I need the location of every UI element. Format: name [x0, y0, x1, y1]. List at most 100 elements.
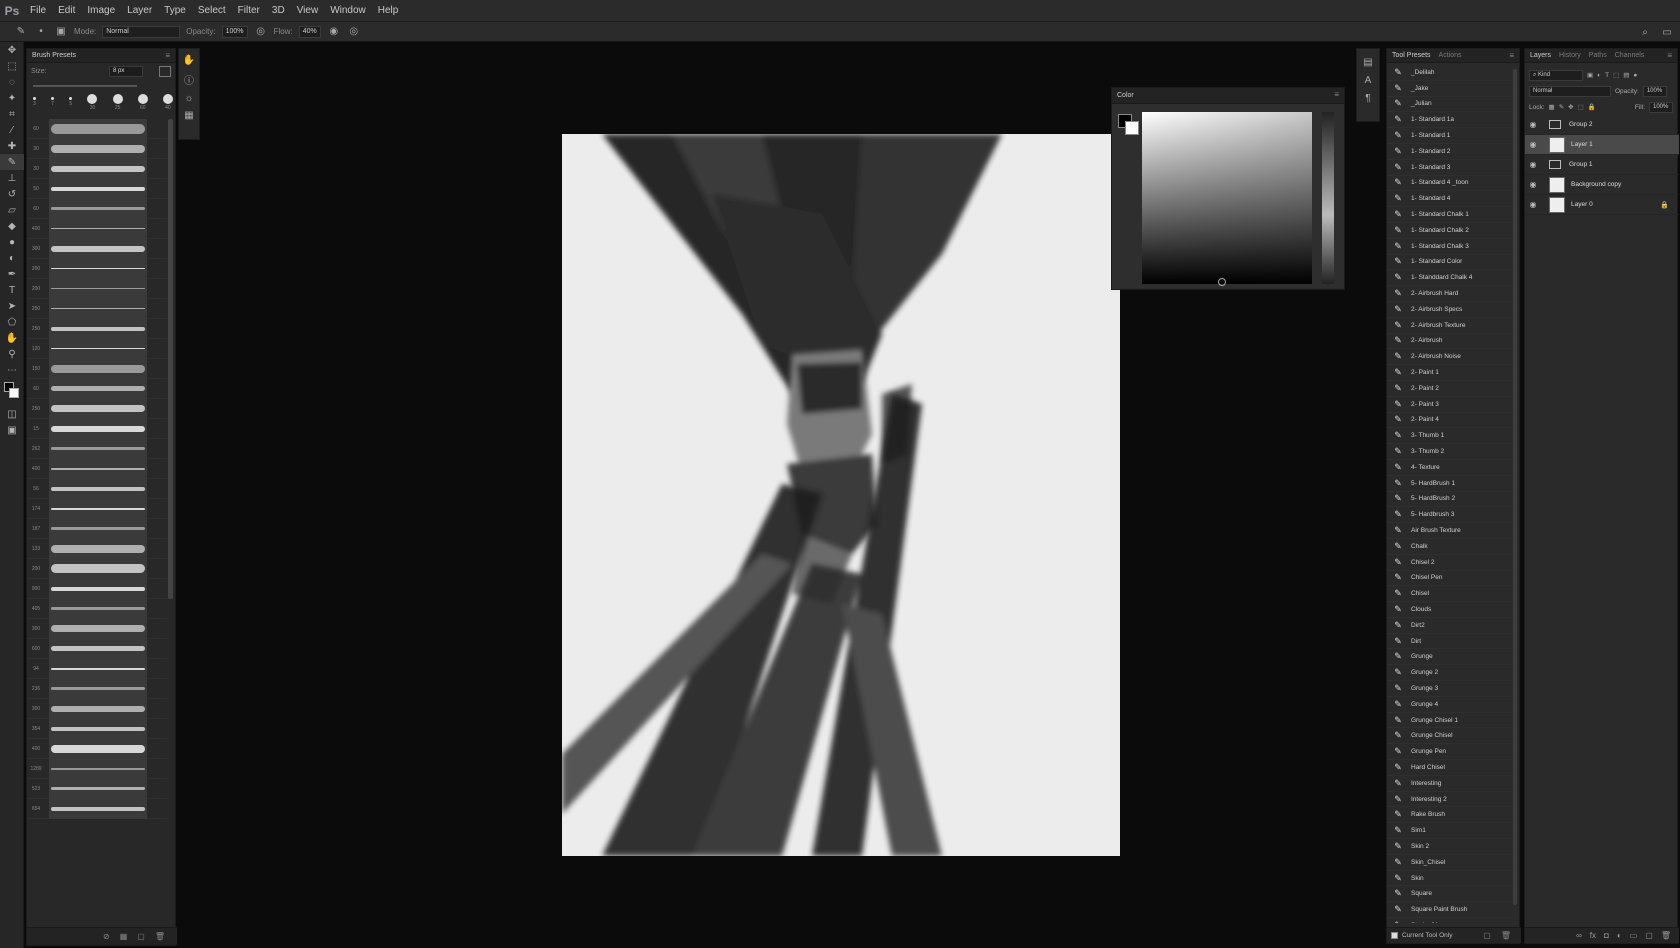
tool-preset-item[interactable]: ✎ _Delilah — [1387, 65, 1513, 81]
brush-preset-item[interactable]: 250 — [27, 318, 167, 339]
brush-preset-item[interactable]: 300 — [27, 238, 167, 259]
tool-preset-item[interactable]: ✎ 3- Thumb 2 — [1387, 444, 1513, 460]
brush-preset-item[interactable]: 187 — [27, 518, 167, 539]
flow-field[interactable]: 40% — [298, 25, 321, 38]
tab-tool-presets[interactable]: Tool Presets — [1392, 52, 1431, 59]
brush-size-slider[interactable] — [33, 85, 137, 87]
tool-preset-item[interactable]: ✎ 1- Standard Chalk 3 — [1387, 239, 1513, 255]
tool-preset-scrollbar[interactable] — [1513, 69, 1517, 905]
tool-preset-item[interactable]: ✎ Grunge Chisel 1 — [1387, 713, 1513, 729]
layer-row[interactable]: ◉ Background copy — [1525, 175, 1679, 195]
tool-preset-item[interactable]: ✎ 2- Paint 3 — [1387, 397, 1513, 413]
brush-preset-item[interactable]: 300 — [27, 698, 167, 719]
menu-window[interactable]: Window — [324, 0, 372, 22]
fx-icon[interactable]: fx — [1590, 931, 1596, 940]
tab-history[interactable]: History — [1559, 52, 1581, 59]
brush-preset-item[interactable]: 133 — [27, 538, 167, 559]
tool-preset-item[interactable]: ✎ Square Paint Brush — [1387, 902, 1513, 919]
brush-settings-dock-icon[interactable]: ✋ — [183, 55, 195, 66]
layer-opacity-field[interactable]: 100% — [1642, 85, 1667, 97]
character-icon[interactable]: A — [1365, 75, 1372, 86]
tool-preset-item[interactable]: ✎ Grunge Pen — [1387, 744, 1513, 761]
pressure-opacity-icon[interactable]: ◎ — [254, 25, 268, 39]
adjustments-icon[interactable]: ☼ — [184, 93, 193, 104]
tool-preset-item[interactable]: ✎ 1- Standard Color — [1387, 255, 1513, 271]
pressure-size-icon[interactable]: ◎ — [347, 25, 361, 39]
tool-preset-item[interactable]: ✎ 2- Airbrush Texture — [1387, 318, 1513, 334]
stamp-tool-icon[interactable]: ⊥ — [0, 170, 24, 186]
tool-preset-item[interactable]: ✎ 1- Standard 1 — [1387, 128, 1513, 144]
mode-select[interactable]: Normal — [102, 25, 181, 38]
tool-preset-item[interactable]: ✎ 5- HardBrush 1 — [1387, 476, 1513, 492]
tool-preset-item[interactable]: ✎ 4- Texture — [1387, 460, 1513, 476]
brush-preset-item[interactable]: 654 — [27, 798, 167, 819]
tool-preset-item[interactable]: ✎ 2- Airbrush Hard — [1387, 286, 1513, 302]
brush-tip-sample[interactable]: 25 — [112, 93, 123, 111]
tool-preset-item[interactable]: ✎ Grunge 2 — [1387, 665, 1513, 682]
brush-tip-sample[interactable]: 7 — [51, 97, 55, 107]
history-brush-icon[interactable]: ↺ — [0, 186, 24, 202]
tool-preset-item[interactable]: ✎ Grunge Chisel — [1387, 728, 1513, 745]
lasso-tool-icon[interactable]: ◌ — [0, 74, 24, 90]
new-brush-icon[interactable]: ▢ — [137, 932, 145, 941]
brush-tip-sample[interactable]: 40 — [162, 93, 173, 111]
menu-file[interactable]: File — [24, 0, 52, 22]
layer-group-row[interactable]: ◉ Group 2 — [1525, 115, 1679, 135]
tool-preset-item[interactable]: ✎ Rake Brush — [1387, 807, 1513, 824]
brush-preset-item[interactable]: 1289 — [27, 758, 167, 779]
move-tool-icon[interactable]: ✥ — [0, 42, 24, 58]
menu-type[interactable]: Type — [158, 0, 192, 22]
tool-presets-menu-icon[interactable]: ≡ — [1509, 51, 1514, 60]
tab-channels[interactable]: Channels — [1615, 52, 1645, 59]
menu-3d[interactable]: 3D — [266, 0, 291, 22]
add-mask-icon[interactable]: ◘ — [1604, 931, 1609, 940]
tool-preset-item[interactable]: ✎ Skin 2 — [1387, 839, 1513, 855]
tool-preset-item[interactable]: ✎ 2- Paint 1 — [1387, 365, 1513, 381]
color-picker-marker[interactable] — [1218, 278, 1226, 286]
menu-edit[interactable]: Edit — [52, 0, 81, 22]
brush-preset-item[interactable]: 30 — [27, 138, 167, 159]
layer-row[interactable]: ◉ Layer 1 — [1525, 135, 1679, 155]
new-group-icon[interactable]: ▭ — [1630, 931, 1638, 940]
tool-preset-item[interactable]: ✎ Grunge 4 — [1387, 697, 1513, 713]
quick-mask-icon[interactable]: ◫ — [0, 406, 24, 422]
trash-icon[interactable]: 🗑 — [155, 932, 165, 941]
marquee-tool-icon[interactable]: ⬚ — [0, 58, 24, 74]
brush-preset-item[interactable]: 523 — [27, 778, 167, 799]
color-tab[interactable]: Color — [1117, 92, 1134, 99]
workspace-icon[interactable]: ▭ — [1660, 25, 1674, 39]
layers-menu-icon[interactable]: ≡ — [1667, 51, 1672, 60]
brush-preset-item[interactable]: 174 — [27, 498, 167, 519]
tool-preset-item[interactable]: ✎ Sim1 — [1387, 823, 1513, 840]
canvas-document[interactable] — [562, 134, 1120, 856]
link-layers-icon[interactable]: ∞ — [1576, 931, 1582, 940]
tool-preset-item[interactable]: ✎ 1- Standard 2 — [1387, 144, 1513, 160]
tool-preset-item[interactable]: ✎ Interesting — [1387, 776, 1513, 792]
lock-transparency-icon[interactable]: ▦ — [1549, 103, 1555, 111]
properties-icon[interactable]: ▤ — [1363, 57, 1372, 68]
brush-preset-item[interactable]: 300 — [27, 618, 167, 639]
lock-all-icon[interactable]: 🔒 — [1588, 103, 1596, 111]
tool-preset-item[interactable]: ✎ Chisel Pen — [1387, 571, 1513, 587]
hand-tool-icon[interactable]: ✋ — [0, 330, 24, 346]
current-tool-only-checkbox[interactable] — [1391, 932, 1398, 939]
visibility-eye-icon[interactable]: ◉ — [1525, 180, 1541, 189]
blend-mode-select[interactable]: Normal — [1529, 85, 1611, 97]
filter-adjust-icon[interactable]: ◐ — [1597, 72, 1601, 79]
brush-tool-icon[interactable]: ✎ — [0, 154, 24, 170]
healing-tool-icon[interactable]: ✚ — [0, 138, 24, 154]
brush-preset-item[interactable]: 60 — [27, 198, 167, 219]
brush-preset-item[interactable]: 150 — [27, 358, 167, 379]
airbrush-icon[interactable]: ◉ — [327, 25, 341, 39]
visibility-eye-icon[interactable]: ◉ — [1525, 120, 1541, 129]
background-swatch[interactable] — [1125, 121, 1139, 135]
color-panel-menu-icon[interactable]: ≡ — [1334, 90, 1339, 99]
tool-preset-item[interactable]: ✎ _Julian — [1387, 97, 1513, 113]
visibility-eye-icon[interactable]: ◉ — [1525, 160, 1541, 169]
info-icon[interactable]: ⓘ — [184, 72, 194, 87]
tab-layers[interactable]: Layers — [1530, 52, 1551, 59]
brush-preset-item[interactable]: 200 — [27, 278, 167, 299]
menu-image[interactable]: Image — [81, 0, 121, 22]
paint-bucket-icon[interactable]: ◆ — [0, 218, 24, 234]
brush-preset-item[interactable]: 400 — [27, 738, 167, 759]
